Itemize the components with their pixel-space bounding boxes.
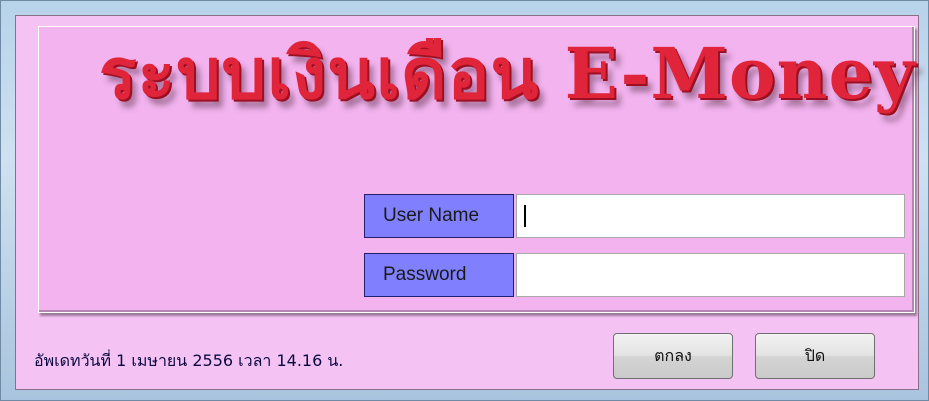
update-status-text: อัพเดทวันที่ 1 เมษายน 2556 เวลา 14.16 น. — [34, 351, 344, 370]
password-row: Password — [364, 253, 907, 299]
app-title: ระบบเงินเดือน E-Money — [99, 32, 916, 115]
password-label: Password — [364, 253, 514, 297]
username-input[interactable] — [516, 194, 905, 238]
login-panel: ระบบเงินเดือน E-Money User Name Password — [38, 26, 915, 313]
window-frame: ระบบเงินเดือน E-Money User Name Password… — [0, 0, 929, 401]
close-button[interactable]: ปิด — [755, 333, 875, 379]
username-row: User Name — [364, 194, 907, 240]
text-caret — [524, 205, 526, 227]
password-input[interactable] — [516, 253, 905, 297]
ok-button[interactable]: ตกลง — [613, 333, 733, 379]
username-label: User Name — [364, 194, 514, 238]
login-dialog: ระบบเงินเดือน E-Money User Name Password… — [15, 15, 919, 390]
